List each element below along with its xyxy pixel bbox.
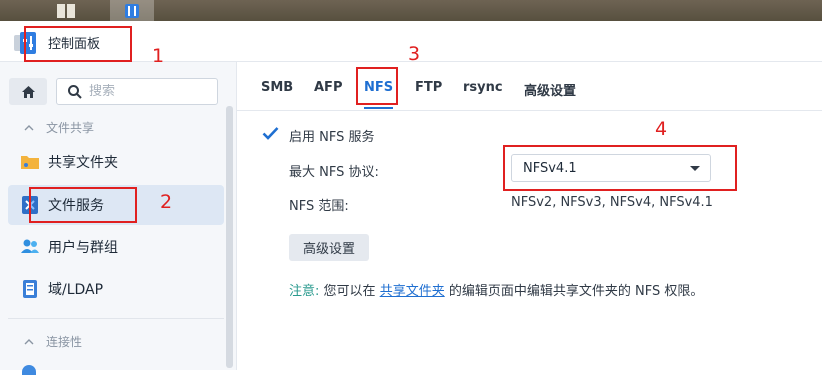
section-label: 连接性 bbox=[46, 335, 83, 349]
shared-folder-link[interactable]: 共享文件夹 bbox=[380, 284, 445, 299]
advanced-settings-button[interactable]: 高级设置 bbox=[289, 234, 369, 261]
chevron-up-icon bbox=[24, 339, 34, 345]
control-panel-task-button[interactable] bbox=[110, 0, 154, 21]
main-menu-button[interactable] bbox=[44, 0, 88, 21]
taskbar bbox=[0, 0, 822, 21]
annotation-number-4: 4 bbox=[655, 118, 668, 140]
sidebar-item-shared-folder[interactable]: 共享文件夹 bbox=[8, 142, 224, 182]
note-label: 注意: bbox=[289, 284, 320, 299]
sidebar-divider bbox=[8, 318, 224, 319]
note-text: 的编辑页面中编辑共享文件夹的 NFS 权限。 bbox=[448, 284, 704, 299]
section-file-sharing[interactable]: 文件共享 bbox=[24, 119, 94, 136]
search-icon bbox=[68, 84, 82, 99]
annotation-box-3 bbox=[356, 67, 398, 105]
sidebar-item-label: 用户与群组 bbox=[48, 240, 118, 256]
tab-ftp[interactable]: FTP bbox=[415, 80, 442, 95]
note-text: 您可以在 bbox=[323, 284, 376, 299]
annotation-box-4 bbox=[503, 145, 737, 191]
folder-share-icon bbox=[20, 152, 40, 172]
domain-ldap-icon bbox=[20, 279, 40, 299]
tab-smb[interactable]: SMB bbox=[261, 80, 293, 95]
sidebar-item-domain-ldap[interactable]: 域/LDAP bbox=[8, 269, 224, 309]
annotation-number-3: 3 bbox=[408, 43, 421, 65]
main-menu-icon bbox=[57, 3, 75, 18]
home-button[interactable] bbox=[9, 78, 47, 105]
nfs-permission-note: 注意: 您可以在 共享文件夹 的编辑页面中编辑共享文件夹的 NFS 权限。 bbox=[289, 280, 703, 299]
chevron-up-icon bbox=[24, 125, 34, 131]
users-icon bbox=[20, 237, 40, 257]
connectivity-item-icon bbox=[22, 365, 36, 375]
enable-nfs-label: 启用 NFS 服务 bbox=[289, 130, 375, 145]
max-nfs-protocol-label: 最大 NFS 协议: bbox=[289, 165, 379, 180]
tab-rsync[interactable]: rsync bbox=[463, 80, 503, 95]
tab-advanced-settings[interactable]: 高级设置 bbox=[524, 80, 576, 99]
annotation-number-2: 2 bbox=[160, 191, 173, 213]
section-label: 文件共享 bbox=[46, 121, 95, 135]
sidebar-scrollbar[interactable] bbox=[226, 106, 233, 368]
tab-afp[interactable]: AFP bbox=[314, 80, 342, 95]
section-connectivity[interactable]: 连接性 bbox=[24, 333, 82, 350]
checkmark-icon bbox=[262, 127, 279, 140]
sidebar-item-label: 共享文件夹 bbox=[48, 155, 118, 171]
annotation-box-1 bbox=[24, 26, 132, 62]
control-panel-icon bbox=[125, 3, 139, 18]
annotation-number-1: 1 bbox=[152, 45, 165, 67]
home-icon bbox=[21, 85, 35, 98]
search-input[interactable] bbox=[89, 84, 209, 99]
sidebar-item-users-groups[interactable]: 用户与群组 bbox=[8, 227, 224, 267]
sidebar-item-label: 域/LDAP bbox=[48, 282, 104, 298]
search-box[interactable] bbox=[56, 78, 218, 105]
tab-bar: SMB AFP NFS FTP rsync 高级设置 bbox=[237, 62, 822, 111]
nfs-range-value: NFSv2, NFSv3, NFSv4, NFSv4.1 bbox=[511, 195, 713, 210]
annotation-box-2 bbox=[29, 187, 137, 223]
nfs-range-label: NFS 范围: bbox=[289, 199, 349, 214]
enable-nfs-checkbox[interactable] bbox=[262, 125, 279, 142]
